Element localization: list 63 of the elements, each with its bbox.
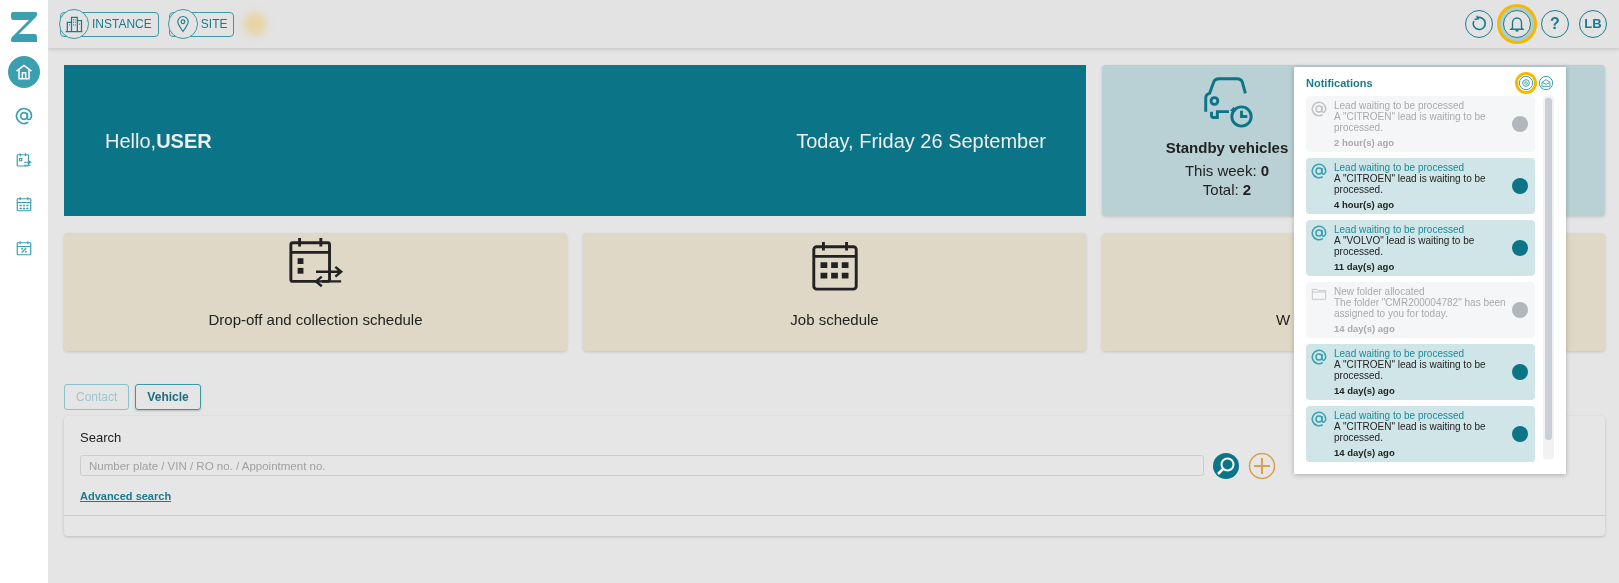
- tab[interactable]: Vehicle: [135, 384, 201, 410]
- notification-time: 2 hour(s) ago: [1334, 136, 1396, 148]
- standby-stat: This week: 0: [1184, 161, 1270, 181]
- at-sign-icon: [1310, 347, 1328, 366]
- notification-title: Lead waiting to be processed: [1334, 409, 1466, 421]
- tile-label: W: [1276, 309, 1291, 330]
- mark-read-button[interactable]: [1538, 75, 1554, 92]
- at-sign-icon: [1310, 223, 1328, 242]
- gear-icon: [1518, 75, 1534, 92]
- panel-title: Notifications: [1306, 76, 1373, 91]
- scrollbar[interactable]: [1543, 95, 1554, 459]
- logo-icon: [9, 10, 39, 44]
- reload-icon: [1470, 15, 1488, 33]
- notification-text: A "CITROEN" lead is waiting to be processed.: [1334, 110, 1487, 133]
- schedule-tile[interactable]: Drop-off and collection schedule: [64, 233, 567, 351]
- notification-title: Lead waiting to be processed: [1334, 223, 1466, 235]
- at-sign-icon: [1310, 99, 1328, 118]
- add-button[interactable]: [1248, 451, 1276, 480]
- notification-text: A "CITROEN" lead is waiting to be processed.: [1334, 358, 1487, 381]
- tile-label: Job schedule: [790, 309, 879, 330]
- envelope-icon: [1538, 75, 1554, 92]
- notification-time: 14 day(s) ago: [1334, 384, 1396, 396]
- notification-title: Lead waiting to be processed: [1334, 161, 1466, 173]
- instance-button[interactable]: INSTANCE: [60, 11, 159, 37]
- calendar-icon: [15, 195, 33, 213]
- notification-time: 14 day(s) ago: [1334, 322, 1396, 334]
- at-sign-icon: [14, 106, 34, 126]
- notification-title: Lead waiting to be processed: [1334, 99, 1466, 111]
- at-sign-icon: [1310, 161, 1328, 180]
- notification-item[interactable]: Lead waiting to be processed A "CITROEN" lead is waiting to be processed. 14 day(s) ago: [1306, 405, 1535, 462]
- notification-time: 4 hour(s) ago: [1334, 198, 1396, 210]
- notification-item[interactable]: Lead waiting to be processed A "CITROEN" lead is waiting to be processed. 4 hour(s) ago: [1306, 157, 1535, 214]
- standby-stat: Total: 2: [1202, 180, 1252, 200]
- search-icon: [1212, 451, 1240, 480]
- search-label: Search: [80, 429, 122, 447]
- advanced-search-link[interactable]: Advanced search: [80, 487, 172, 504]
- schedule-tile[interactable]: Job schedule: [583, 233, 1086, 351]
- search-button[interactable]: [1212, 451, 1240, 480]
- calendar-arrows-icon: [15, 151, 33, 169]
- notification-time: 11 day(s) ago: [1334, 260, 1396, 272]
- plus-icon: [1248, 451, 1276, 480]
- home-icon: [14, 62, 34, 82]
- notification-time: 14 day(s) ago: [1334, 446, 1396, 458]
- at-sign-icon: [1310, 409, 1328, 428]
- tile-label: Drop-off and collection schedule: [208, 309, 423, 330]
- sidebar-item[interactable]: [8, 56, 40, 88]
- notification-text: A "CITROEN" lead is waiting to be processed.: [1334, 172, 1487, 195]
- calendar-percent-icon: [15, 239, 33, 257]
- standby-title: Standby vehicles: [1165, 139, 1289, 158]
- notification-title: New folder allocated: [1334, 285, 1426, 297]
- settings-button[interactable]: [1518, 75, 1534, 92]
- notification-text: A "CITROEN" lead is waiting to be processed.: [1334, 420, 1487, 443]
- notification-item[interactable]: Lead waiting to be processed A "CITROEN" lead is waiting to be processed. 14 day(s) ago: [1306, 343, 1535, 400]
- blurred-avatar: [244, 13, 267, 35]
- greeting-text: Hello,USER: [105, 128, 212, 154]
- bell-icon: [1508, 15, 1526, 33]
- building-icon: [64, 14, 84, 34]
- notification-text: The folder "CMR200004782" has been assigned to you for today.: [1334, 296, 1507, 319]
- notification-item[interactable]: Lead waiting to be processed A "VOLVO" lead is waiting to be processed. 11 day(s) ago: [1306, 219, 1535, 276]
- notification-text: A "VOLVO" lead is waiting to be processed.: [1334, 234, 1476, 257]
- site-button[interactable]: SITE: [168, 11, 235, 37]
- search-field[interactable]: Number plate / VIN / RO no. / Appointment no.: [80, 455, 1204, 476]
- date-text: Today, Friday 26 September: [796, 128, 1046, 154]
